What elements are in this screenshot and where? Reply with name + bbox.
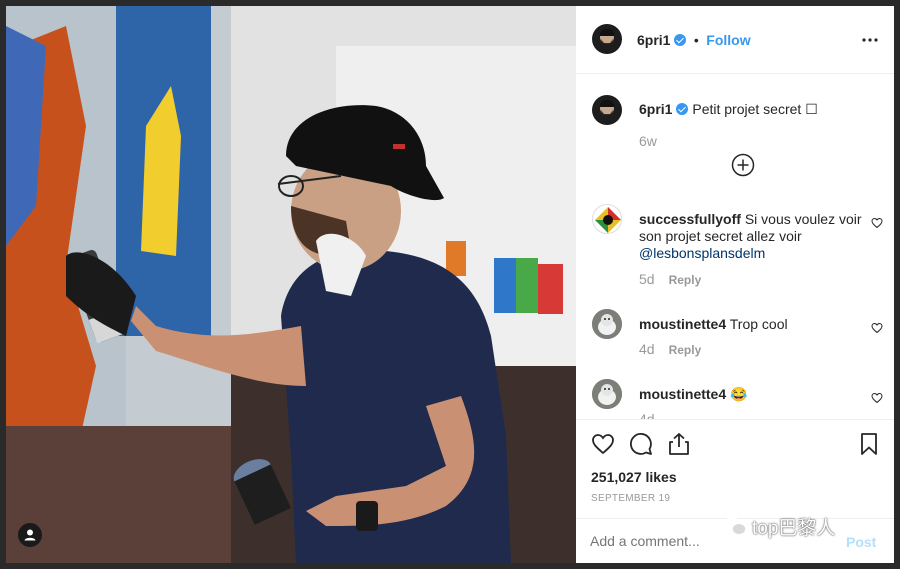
comment-meta: 4d — [639, 411, 655, 419]
heart-icon[interactable] — [591, 432, 615, 456]
like-comment-heart-icon[interactable] — [871, 391, 883, 404]
watermark-text: top巴黎人 — [752, 518, 836, 539]
caption-avatar[interactable] — [592, 95, 622, 125]
verified-badge-icon — [676, 103, 689, 115]
follow-button[interactable]: Follow — [706, 32, 750, 48]
caption-box: ☐ — [805, 101, 818, 117]
caption-username[interactable]: 6pri1 — [639, 101, 672, 117]
post-date: SEPTEMBER 19 — [591, 493, 671, 504]
comment-username[interactable]: successfullyoff — [639, 211, 741, 227]
comment-body: moustinette4 Trop cool — [639, 316, 869, 333]
more-options-icon[interactable] — [861, 30, 879, 50]
verified-badge-icon — [674, 34, 687, 46]
comment-text: Trop cool — [729, 316, 788, 332]
like-comment-heart-icon[interactable] — [871, 321, 883, 334]
comment-username[interactable]: moustinette4 — [639, 386, 726, 402]
caption-text: Petit projet secret — [692, 101, 802, 117]
comment-text: 😂 — [730, 386, 748, 402]
share-icon[interactable] — [667, 432, 691, 456]
caption: 6pri1 Petit projet secret ☐ — [639, 101, 869, 118]
likes-count[interactable]: 251,027 likes — [591, 469, 677, 485]
comments-list[interactable]: 6pri1 Petit projet secret ☐ 6w successfu… — [576, 75, 894, 419]
load-more-icon[interactable] — [731, 153, 755, 177]
comment-avatar[interactable] — [592, 204, 622, 234]
comment-age: 4d — [639, 341, 655, 357]
comment-avatar[interactable] — [592, 379, 622, 409]
like-comment-heart-icon[interactable] — [871, 216, 883, 229]
bookmark-icon[interactable] — [857, 432, 881, 456]
comment-mention-link[interactable]: @lesbonsplansdelm — [639, 245, 765, 261]
wechat-icon — [722, 517, 748, 537]
post-header: 6pri1 • Follow — [576, 6, 894, 74]
comment-meta: 4d Reply — [639, 341, 701, 357]
comment-meta: 5d Reply — [639, 271, 701, 287]
comment-username[interactable]: moustinette4 — [639, 316, 726, 332]
reply-button[interactable]: Reply — [669, 343, 702, 357]
comment-icon[interactable] — [629, 432, 653, 456]
author-avatar[interactable] — [592, 24, 622, 54]
post-side-panel: 6pri1 • Follow 6pri1 Petit projet secret… — [576, 6, 894, 563]
user-tag-icon[interactable] — [18, 523, 42, 547]
photo-illustration — [6, 6, 576, 563]
comment-age: 5d — [639, 271, 655, 287]
post-comment-button[interactable]: Post — [846, 534, 876, 550]
instagram-post-window: 6pri1 • Follow 6pri1 Petit projet secret… — [0, 0, 900, 569]
post-photo[interactable] — [6, 6, 576, 563]
comment-avatar[interactable] — [592, 309, 622, 339]
comment-body: moustinette4 😂 — [639, 386, 869, 403]
header-dot: • — [693, 32, 699, 48]
caption-age: 6w — [639, 133, 657, 149]
comment-age: 4d — [639, 411, 655, 419]
author-username[interactable]: 6pri1 — [637, 32, 670, 48]
comment-body: successfullyoff Si vous voulez voir son … — [639, 211, 869, 262]
reply-button[interactable]: Reply — [669, 273, 702, 287]
watermark: top巴黎人 — [722, 513, 835, 540]
